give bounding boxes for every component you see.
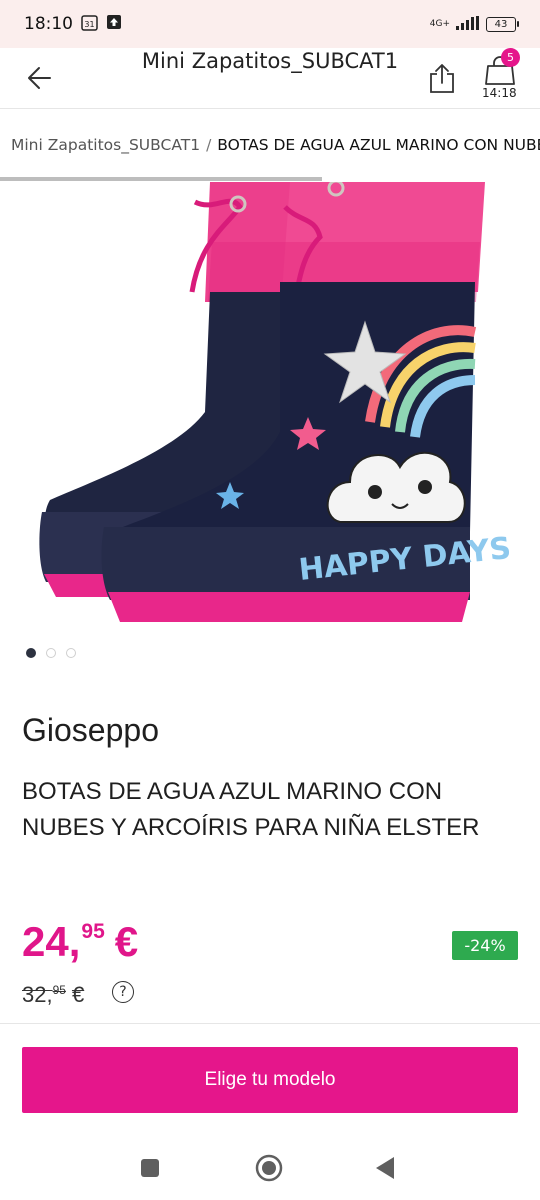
price-integer: 24,	[22, 918, 81, 965]
recent-apps-button[interactable]	[140, 1158, 160, 1182]
original-price: 32,95 €	[22, 982, 84, 1008]
old-price-integer: 32,	[22, 982, 53, 1007]
status-time: 18:10	[24, 14, 73, 34]
price-help-icon[interactable]: ?	[112, 981, 134, 1003]
page-title: Mini Zapatitos_SUBCAT1	[141, 49, 399, 73]
battery-indicator: 43	[486, 16, 519, 32]
status-bar: 18:10 31 4G+ 43	[0, 0, 540, 48]
product-name: BOTAS DE AGUA AZUL MARINO CON NUBES Y AR…	[22, 778, 480, 841]
old-price-currency: €	[71, 982, 85, 1007]
share-button[interactable]	[428, 62, 456, 94]
breadcrumb-scroll-indicator	[0, 177, 322, 181]
upload-notification-icon	[106, 14, 122, 34]
share-icon	[430, 64, 454, 93]
carousel-dot-1[interactable]	[26, 648, 36, 658]
discount-badge: -24%	[452, 931, 518, 960]
breadcrumb-parent-link[interactable]: Mini Zapatitos_SUBCAT1	[11, 136, 200, 154]
signal-icon	[456, 15, 480, 34]
divider	[0, 1023, 540, 1024]
app-header: Mini Zapatitos_SUBCAT1	[0, 48, 540, 108]
breadcrumb-current: BOTAS DE AGUA AZUL MARINO CON NUBES Y AR…	[217, 136, 540, 154]
triangle-back-icon	[376, 1157, 394, 1179]
arrow-left-icon	[28, 67, 51, 89]
back-button[interactable]	[24, 62, 56, 94]
system-navigation-bar	[0, 1132, 540, 1200]
price-currency: €	[114, 918, 139, 965]
image-carousel-dots	[26, 648, 76, 658]
carousel-dot-2[interactable]	[46, 648, 56, 658]
home-button[interactable]	[255, 1154, 283, 1186]
choose-model-button[interactable]: Elige tu modelo	[22, 1047, 518, 1113]
current-price: 24,95 €	[22, 918, 138, 966]
back-nav-button[interactable]	[374, 1156, 396, 1184]
price-decimals: 95	[81, 920, 105, 943]
product-brand[interactable]: Gioseppo	[22, 712, 159, 749]
old-price-decimals: 95	[52, 983, 66, 997]
breadcrumb: Mini Zapatitos_SUBCAT1 / BOTAS DE AGUA AZU…	[0, 108, 540, 181]
cart-timer: 14:18	[482, 86, 517, 100]
calendar-icon: 31	[81, 14, 98, 35]
breadcrumb-separator: /	[206, 136, 212, 154]
home-circle-icon	[255, 1154, 283, 1182]
calendar-day: 31	[84, 20, 94, 29]
cart-count-badge: 5	[501, 48, 520, 67]
square-icon	[141, 1159, 159, 1177]
network-type: 4G+	[429, 18, 450, 29]
carousel-dot-3[interactable]	[66, 648, 76, 658]
product-image[interactable]: HAPPY DAYS	[0, 182, 540, 642]
